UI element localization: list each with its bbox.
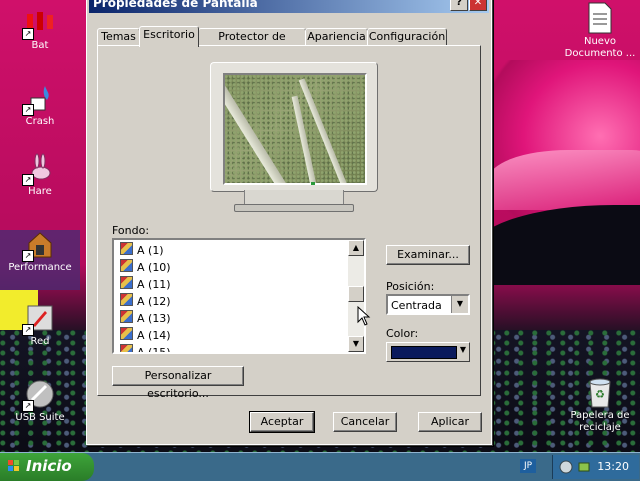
- desktop-icon-label: Red: [30, 336, 50, 347]
- desktop-icon-hare[interactable]: ↗ Hare: [0, 152, 80, 198]
- wallpaper-preview: [223, 73, 367, 185]
- crash-icon: ↗: [22, 82, 56, 116]
- desktop-icon-new-document[interactable]: Nuevo Documento ...: [560, 2, 640, 60]
- system-tray: 13:20: [552, 455, 639, 479]
- hare-icon: ↗: [22, 152, 56, 186]
- image-file-icon: [120, 293, 133, 306]
- close-button[interactable]: ✕: [469, 0, 487, 11]
- start-label: Inicio: [26, 457, 72, 475]
- desktop-icon-red[interactable]: ↗ Red: [0, 302, 80, 348]
- safely-remove-hardware-icon[interactable]: [577, 460, 591, 474]
- desktop-icon-bat[interactable]: ↗ Bat: [0, 6, 80, 52]
- scroll-down-icon[interactable]: ▼: [348, 336, 364, 352]
- bat-icon: ↗: [22, 6, 56, 40]
- ok-button[interactable]: Aceptar: [249, 411, 315, 433]
- scroll-up-icon[interactable]: ▲: [348, 240, 364, 256]
- desktop-icon-usb-suite[interactable]: ↗ USB Suite: [0, 378, 80, 424]
- desktop-icon-label: Papelera de reciclaje: [570, 410, 630, 433]
- color-swatch: [391, 346, 457, 359]
- image-file-icon: [120, 276, 133, 289]
- image-file-icon: [120, 344, 133, 352]
- list-item[interactable]: A (14): [114, 327, 364, 344]
- customize-desktop-button[interactable]: Personalizar escritorio...: [112, 366, 244, 400]
- position-label: Posición:: [386, 280, 435, 293]
- image-file-icon: [120, 242, 133, 255]
- dialog-title: Propiedades de Pantalla: [93, 0, 258, 10]
- clock[interactable]: 13:20: [597, 460, 629, 473]
- document-icon: [584, 2, 616, 34]
- wallpaper-pink-band: [488, 150, 640, 210]
- svg-text:♻: ♻: [595, 388, 605, 401]
- desktop-icon-crash[interactable]: ↗ Crash: [0, 82, 80, 128]
- cancel-button[interactable]: Cancelar: [333, 412, 397, 432]
- list-item[interactable]: A (1): [114, 242, 364, 259]
- desktop-icon-label: USB Suite: [15, 412, 65, 423]
- desktop-icon-label: Bat: [31, 40, 49, 51]
- monitor-power-led: [311, 182, 315, 185]
- position-value: Centrada: [391, 299, 442, 312]
- language-indicator[interactable]: JP: [520, 459, 536, 473]
- tab-escritorio[interactable]: Escritorio: [139, 26, 199, 47]
- mouse-cursor-icon: [357, 306, 371, 326]
- start-button[interactable]: Inicio: [0, 453, 94, 481]
- chevron-down-icon: ▼: [459, 345, 466, 354]
- escritorio-panel: Fondo: A (1) A (10) A (11) A (12) A (13)…: [97, 45, 481, 400]
- desktop-icon-recycle-bin[interactable]: ♻ Papelera de reciclaje: [560, 376, 640, 434]
- list-item[interactable]: A (11): [114, 276, 364, 293]
- recycle-bin-icon: ♻: [584, 376, 616, 408]
- browse-button[interactable]: Examinar...: [386, 245, 470, 265]
- desktop-icon-label: Crash: [25, 116, 55, 127]
- list-item[interactable]: A (10): [114, 259, 364, 276]
- desktop-icon-label: Nuevo Documento ...: [564, 36, 636, 59]
- performance-icon: ↗: [22, 228, 56, 262]
- color-picker-button[interactable]: ▼: [386, 342, 470, 362]
- monitor-preview: [210, 62, 378, 192]
- chevron-down-icon[interactable]: ▼: [451, 296, 468, 313]
- scroll-thumb[interactable]: [348, 286, 364, 302]
- red-icon: ↗: [22, 302, 56, 336]
- display-properties-dialog: Propiedades de Pantalla ? ✕ Temas Escrit…: [86, 0, 492, 445]
- desktop-icon-label: Hare: [28, 186, 52, 197]
- taskbar: Inicio JP 13:20: [0, 452, 640, 481]
- image-file-icon: [120, 259, 133, 272]
- windows-logo-icon: [8, 460, 19, 471]
- network-icon[interactable]: [559, 460, 575, 474]
- usb-suite-icon: ↗: [22, 378, 56, 412]
- list-item[interactable]: A (13): [114, 310, 364, 327]
- apply-button[interactable]: Aplicar: [418, 412, 482, 432]
- listbox-scrollbar[interactable]: ▲ ▼: [348, 240, 364, 352]
- list-item[interactable]: A (12): [114, 293, 364, 310]
- position-select[interactable]: Centrada ▼: [386, 294, 470, 315]
- desktop-icon-label: Performance: [8, 262, 72, 273]
- desktop-icon-performance[interactable]: ↗ Performance: [0, 228, 80, 274]
- color-label: Color:: [386, 327, 419, 340]
- help-button[interactable]: ?: [450, 0, 468, 11]
- monitor-stand: [244, 190, 344, 205]
- monitor-foot: [234, 204, 354, 212]
- image-file-icon: [120, 327, 133, 340]
- background-listbox[interactable]: A (1) A (10) A (11) A (12) A (13) A (14)…: [112, 238, 366, 354]
- image-file-icon: [120, 310, 133, 323]
- list-item[interactable]: A (15): [114, 344, 364, 352]
- background-label: Fondo:: [112, 224, 150, 237]
- dialog-titlebar[interactable]: Propiedades de Pantalla ? ✕: [89, 0, 489, 13]
